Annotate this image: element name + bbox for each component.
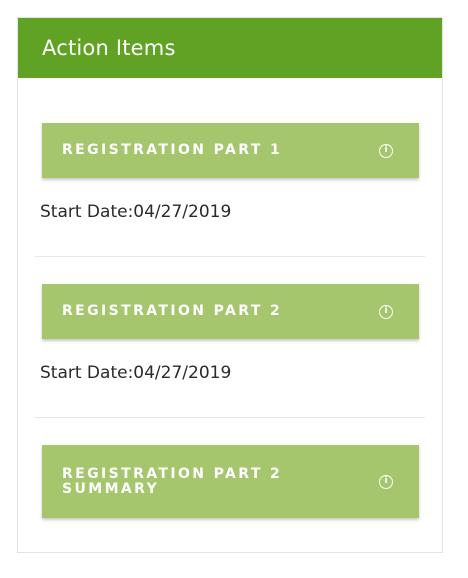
action-items-panel: Action Items REGISTRATION PART 1 i Start… (17, 17, 443, 553)
panel-header: Action Items (18, 18, 442, 78)
divider (35, 256, 425, 257)
divider (35, 417, 425, 418)
item-label: REGISTRATION PART 1 (62, 142, 283, 158)
panel-body: REGISTRATION PART 1 i Start Date:04/27/2… (18, 78, 442, 518)
item-label: REGISTRATION PART 2 SUMMARY (62, 465, 283, 497)
registration-part-2-button[interactable]: REGISTRATION PART 2 i (42, 284, 419, 339)
panel-title: Action Items (42, 36, 176, 60)
info-icon[interactable]: i (379, 304, 393, 319)
start-date: Start Date:04/27/2019 (40, 363, 232, 383)
start-date: Start Date:04/27/2019 (40, 202, 232, 222)
registration-part-1-button[interactable]: REGISTRATION PART 1 i (42, 123, 419, 178)
info-icon[interactable]: i (379, 143, 393, 158)
registration-part-2-summary-button[interactable]: REGISTRATION PART 2 SUMMARY i (42, 445, 419, 518)
info-icon[interactable]: i (379, 474, 393, 489)
item-label: REGISTRATION PART 2 (62, 303, 283, 319)
